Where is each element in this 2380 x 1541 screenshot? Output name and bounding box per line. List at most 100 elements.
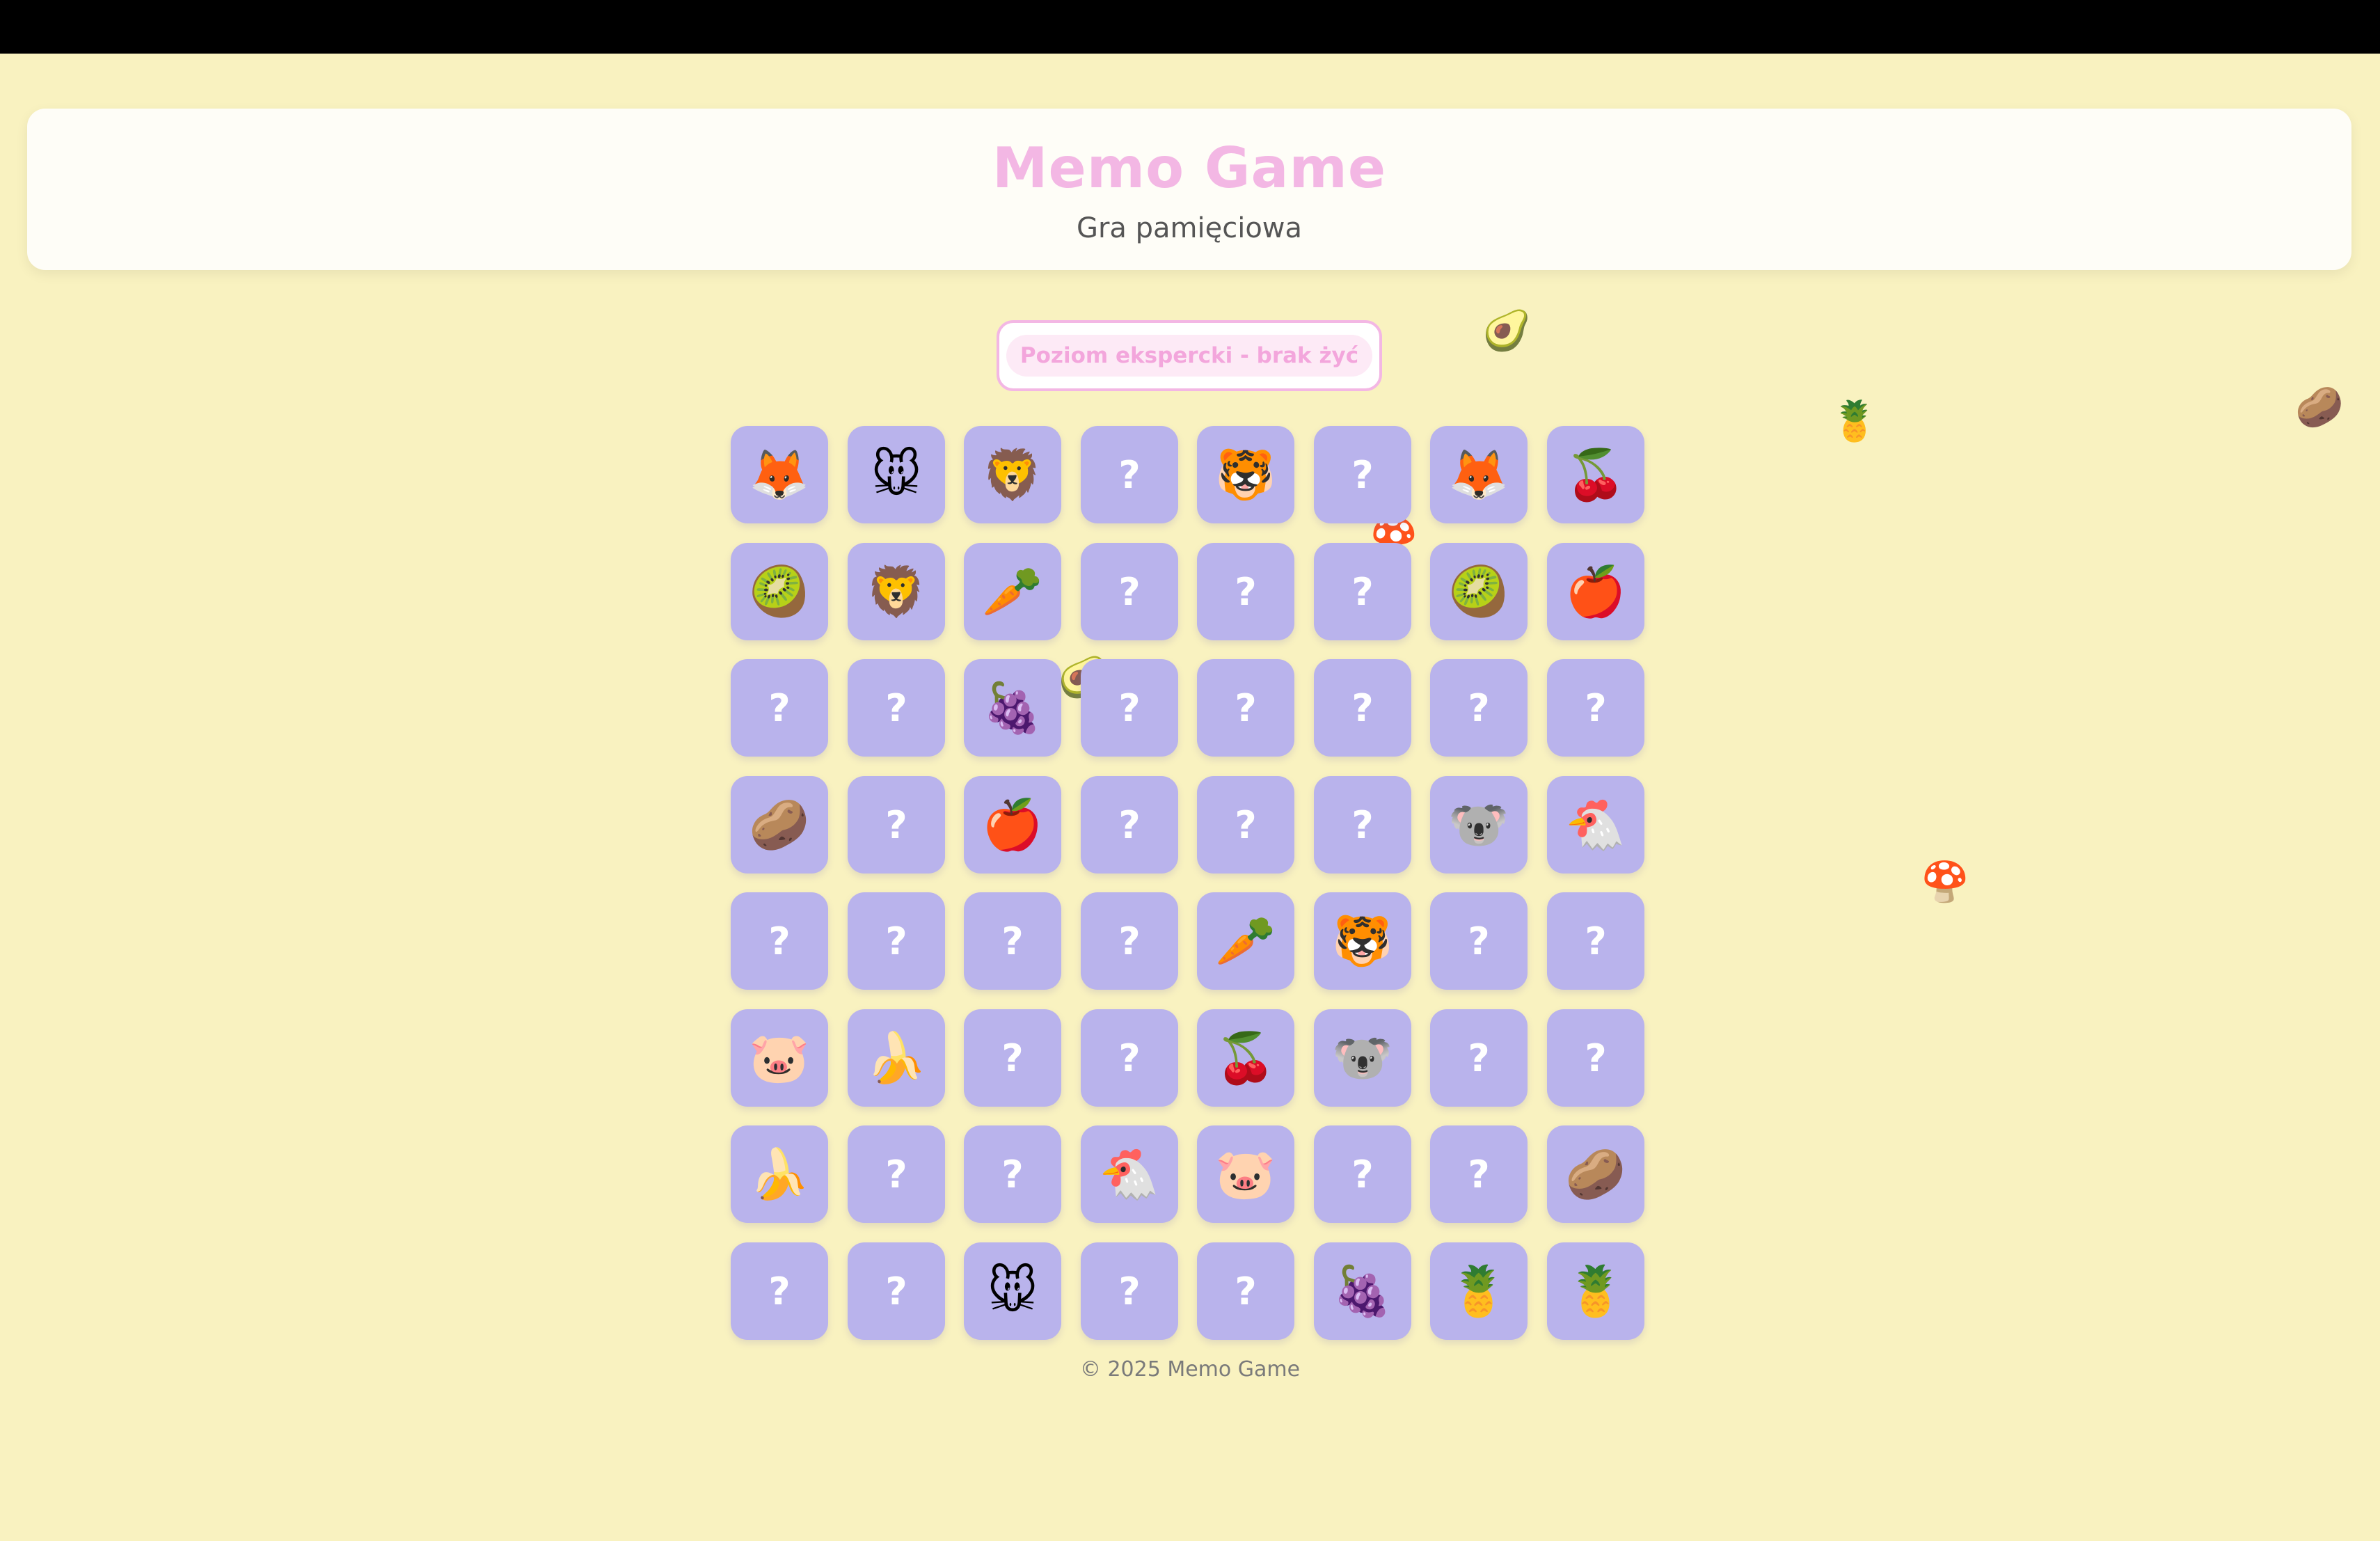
banana-icon: 🍌 bbox=[749, 1146, 810, 1203]
memo-card-hidden[interactable]: ? bbox=[848, 659, 945, 757]
memo-card-banana[interactable]: 🍌 bbox=[731, 1125, 828, 1223]
memo-card-fox[interactable]: 🦊 bbox=[1430, 426, 1528, 523]
grapes-icon: 🍇 bbox=[1332, 1263, 1393, 1320]
question-mark-icon: ? bbox=[1351, 803, 1374, 847]
memo-card-hidden[interactable]: ? bbox=[964, 892, 1061, 990]
question-mark-icon: ? bbox=[1235, 569, 1257, 614]
question-mark-icon: ? bbox=[1118, 803, 1141, 847]
memo-card-hidden[interactable]: ? bbox=[1547, 1009, 1644, 1107]
memo-card-hidden[interactable]: ? bbox=[1430, 659, 1528, 757]
memo-card-hidden[interactable]: ? bbox=[1547, 659, 1644, 757]
memo-card-hidden[interactable]: ? bbox=[1197, 659, 1294, 757]
question-mark-icon: ? bbox=[768, 686, 791, 730]
mouse-icon: 🐭 bbox=[871, 446, 922, 503]
avocado-icon: 🥑 bbox=[1482, 308, 1531, 354]
tiger-icon: 🐯 bbox=[1332, 912, 1393, 970]
memo-card-apple[interactable]: 🍎 bbox=[1547, 543, 1644, 640]
memo-card-carrot[interactable]: 🥕 bbox=[1197, 892, 1294, 990]
memo-card-cherry[interactable]: 🍒 bbox=[1547, 426, 1644, 523]
memo-card-lion[interactable]: 🦁 bbox=[848, 543, 945, 640]
memo-card-hidden[interactable]: ? bbox=[848, 1242, 945, 1340]
memo-card-hidden[interactable]: ? bbox=[1197, 1242, 1294, 1340]
memo-card-banana[interactable]: 🍌 bbox=[848, 1009, 945, 1107]
header: Memo Game Gra pamięciowa bbox=[27, 109, 2351, 270]
cherry-icon: 🍒 bbox=[1565, 446, 1626, 503]
question-mark-icon: ? bbox=[885, 1152, 907, 1196]
lion-icon: 🦁 bbox=[982, 446, 1043, 503]
question-mark-icon: ? bbox=[1351, 686, 1374, 730]
memo-card-hidden[interactable]: ? bbox=[731, 659, 828, 757]
memo-card-cherry[interactable]: 🍒 bbox=[1197, 1009, 1294, 1107]
question-mark-icon: ? bbox=[1118, 569, 1141, 614]
memo-card-koala[interactable]: 🐨 bbox=[1314, 1009, 1411, 1107]
memo-card-hidden[interactable]: ? bbox=[1197, 543, 1294, 640]
question-mark-icon: ? bbox=[885, 803, 907, 847]
memo-card-hidden[interactable]: ? bbox=[731, 892, 828, 990]
grapes-icon: 🍇 bbox=[982, 679, 1043, 736]
question-mark-icon: ? bbox=[885, 686, 907, 730]
fox-icon: 🦊 bbox=[749, 446, 810, 503]
memo-card-pineapple[interactable]: 🍍 bbox=[1547, 1242, 1644, 1340]
level-indicator: Poziom ekspercki - brak żyć bbox=[997, 320, 1382, 391]
memo-card-mouse[interactable]: 🐭 bbox=[848, 426, 945, 523]
banana-icon: 🍌 bbox=[866, 1029, 927, 1086]
memo-card-hidden[interactable]: ? bbox=[964, 1009, 1061, 1107]
carrot-icon: 🥕 bbox=[982, 563, 1043, 620]
memo-card-hidden[interactable]: ? bbox=[1547, 892, 1644, 990]
mouse-icon: 🐭 bbox=[987, 1263, 1038, 1320]
memo-card-hidden[interactable]: ? bbox=[1430, 1009, 1528, 1107]
kiwi-icon: 🥝 bbox=[749, 563, 810, 620]
memo-card-hidden[interactable]: ? bbox=[1197, 776, 1294, 874]
memo-card-hidden[interactable]: ? bbox=[1314, 1125, 1411, 1223]
memo-card-hidden[interactable]: ? bbox=[848, 1125, 945, 1223]
memo-card-hidden[interactable]: ? bbox=[1314, 426, 1411, 523]
question-mark-icon: ? bbox=[1118, 686, 1141, 730]
kiwi-icon: 🥝 bbox=[1448, 563, 1509, 620]
memo-card-hidden[interactable]: ? bbox=[1081, 892, 1178, 990]
koala-icon: 🐨 bbox=[1448, 796, 1509, 853]
memo-card-pig[interactable]: 🐷 bbox=[731, 1009, 828, 1107]
memo-card-chicken[interactable]: 🐔 bbox=[1081, 1125, 1178, 1223]
memo-card-hidden[interactable]: ? bbox=[848, 892, 945, 990]
memo-card-fox[interactable]: 🦊 bbox=[731, 426, 828, 523]
memo-card-carrot[interactable]: 🥕 bbox=[964, 543, 1061, 640]
memo-card-hidden[interactable]: ? bbox=[848, 776, 945, 874]
memo-card-chicken[interactable]: 🐔 bbox=[1547, 776, 1644, 874]
apple-icon: 🍎 bbox=[982, 796, 1043, 853]
memo-card-hidden[interactable]: ? bbox=[1314, 659, 1411, 757]
memo-card-hidden[interactable]: ? bbox=[1314, 543, 1411, 640]
memo-card-tiger[interactable]: 🐯 bbox=[1314, 892, 1411, 990]
memo-card-hidden[interactable]: ? bbox=[1081, 776, 1178, 874]
pineapple-icon: 🍍 bbox=[1565, 1263, 1626, 1320]
memo-card-tiger[interactable]: 🐯 bbox=[1197, 426, 1294, 523]
memo-card-hidden[interactable]: ? bbox=[1081, 1242, 1178, 1340]
memo-card-hidden[interactable]: ? bbox=[1081, 1009, 1178, 1107]
memo-card-koala[interactable]: 🐨 bbox=[1430, 776, 1528, 874]
chicken-icon: 🐔 bbox=[1099, 1146, 1160, 1203]
memo-card-pig[interactable]: 🐷 bbox=[1197, 1125, 1294, 1223]
memo-card-pineapple[interactable]: 🍍 bbox=[1430, 1242, 1528, 1340]
memo-card-potato[interactable]: 🥔 bbox=[1547, 1125, 1644, 1223]
question-mark-icon: ? bbox=[1351, 569, 1374, 614]
memo-card-hidden[interactable]: ? bbox=[1430, 1125, 1528, 1223]
question-mark-icon: ? bbox=[1235, 686, 1257, 730]
memo-card-hidden[interactable]: ? bbox=[964, 1125, 1061, 1223]
memo-card-mouse[interactable]: 🐭 bbox=[964, 1242, 1061, 1340]
koala-icon: 🐨 bbox=[1332, 1029, 1393, 1086]
memo-card-hidden[interactable]: ? bbox=[1081, 543, 1178, 640]
memo-card-hidden[interactable]: ? bbox=[1081, 659, 1178, 757]
memo-card-potato[interactable]: 🥔 bbox=[731, 776, 828, 874]
top-bar bbox=[0, 0, 2380, 54]
pig-icon: 🐷 bbox=[1215, 1146, 1276, 1203]
memo-card-hidden[interactable]: ? bbox=[1314, 776, 1411, 874]
memo-card-grapes[interactable]: 🍇 bbox=[1314, 1242, 1411, 1340]
memo-card-grapes[interactable]: 🍇 bbox=[964, 659, 1061, 757]
memo-card-kiwi[interactable]: 🥝 bbox=[1430, 543, 1528, 640]
memo-card-hidden[interactable]: ? bbox=[731, 1242, 828, 1340]
memo-card-lion[interactable]: 🦁 bbox=[964, 426, 1061, 523]
memo-card-hidden[interactable]: ? bbox=[1430, 892, 1528, 990]
potato-icon: 🥔 bbox=[749, 796, 810, 853]
memo-card-kiwi[interactable]: 🥝 bbox=[731, 543, 828, 640]
memo-card-apple[interactable]: 🍎 bbox=[964, 776, 1061, 874]
memo-card-hidden[interactable]: ? bbox=[1081, 426, 1178, 523]
